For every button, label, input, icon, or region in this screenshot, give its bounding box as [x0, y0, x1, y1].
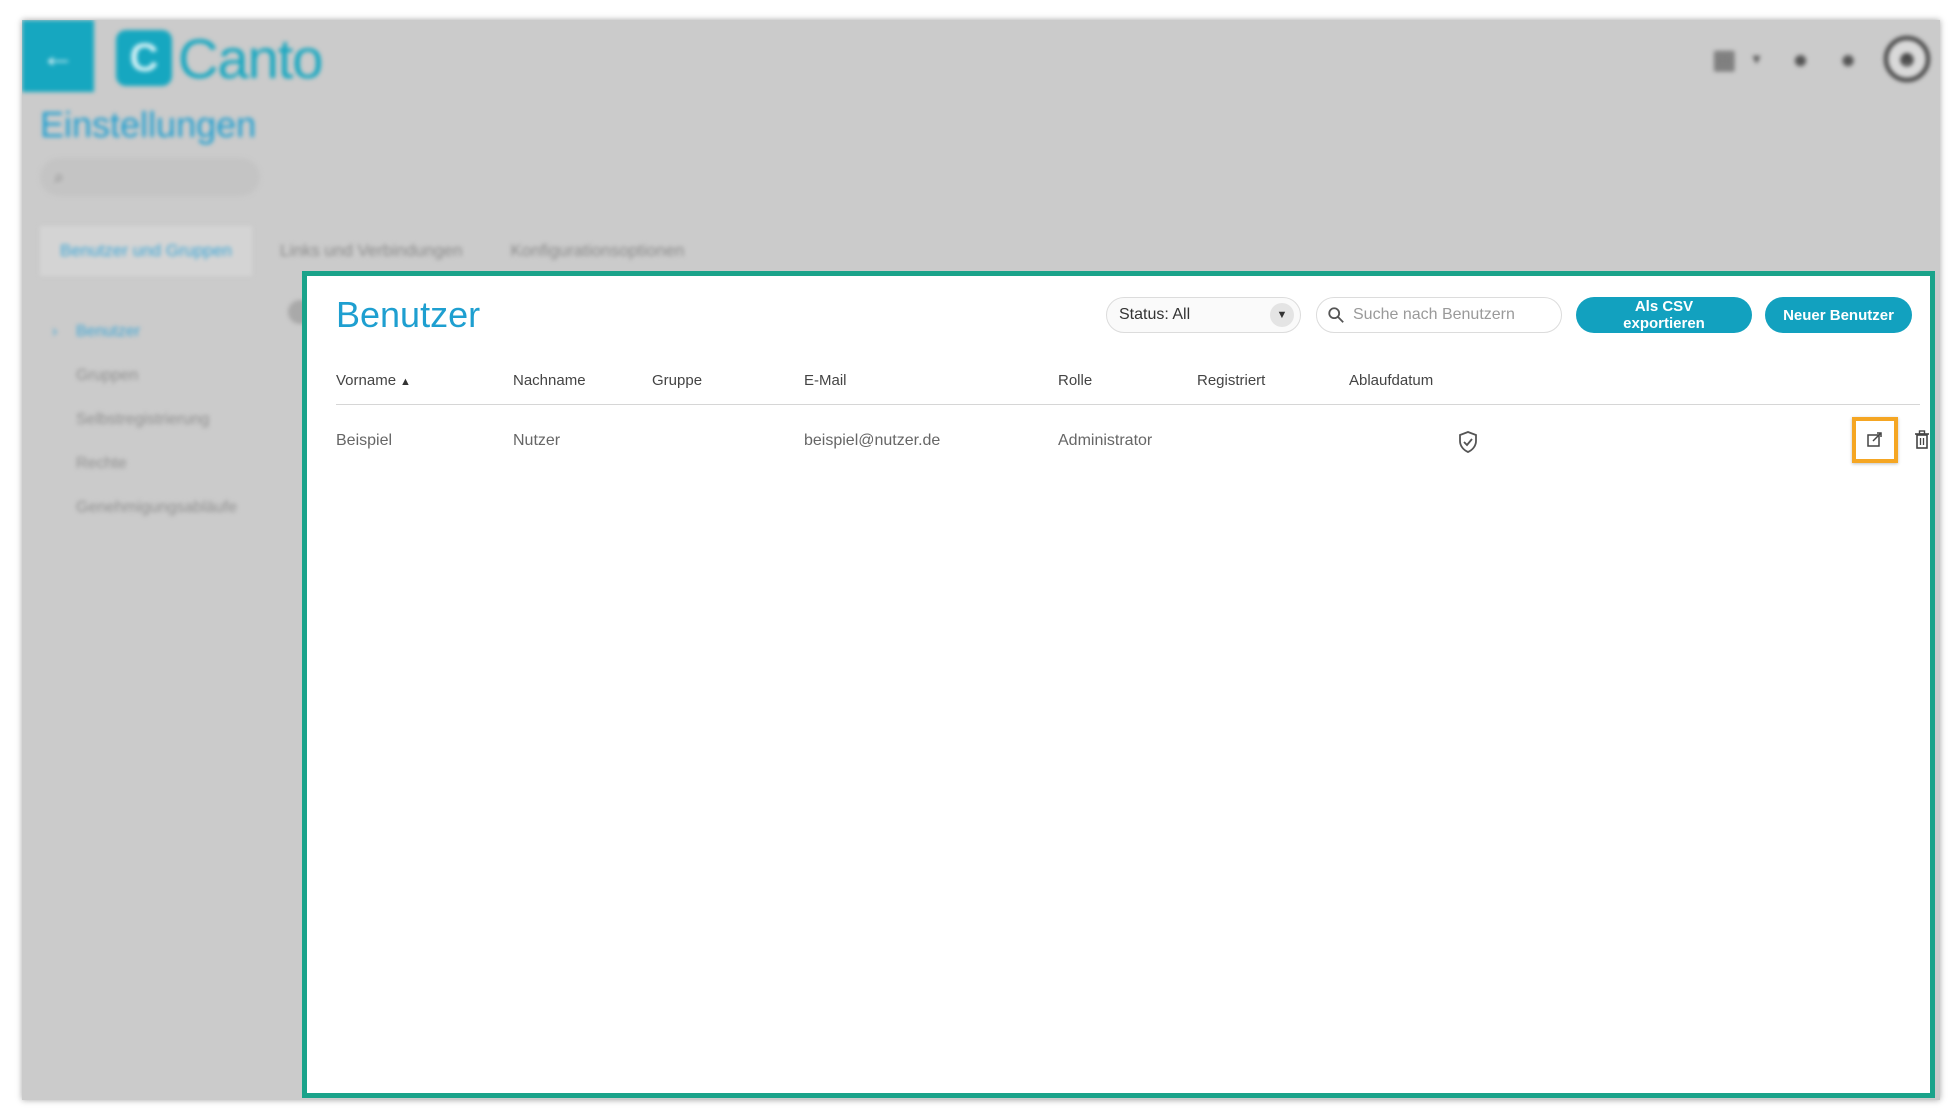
- users-panel: Benutzer Status: All ▼ Als CSV exportier…: [302, 271, 1935, 1098]
- table-header: Vorname ▲ Nachname Gruppe E-Mail Rolle Re…: [336, 358, 1920, 405]
- settings-tabs: Benutzer und Gruppen Links und Verbindun…: [40, 226, 712, 276]
- sidebar-item-label: Rechte: [76, 455, 127, 472]
- bell-icon[interactable]: ●: [1840, 44, 1856, 75]
- sort-ascending-icon[interactable]: ▲: [400, 376, 411, 388]
- sidebar-item-label: Genehmigungsabläufe: [76, 499, 238, 516]
- tab-users-groups[interactable]: Benutzer und Gruppen: [40, 226, 253, 276]
- page-title: Einstellungen: [40, 104, 257, 145]
- back-button[interactable]: ←: [22, 20, 94, 92]
- delete-user-button[interactable]: [1910, 428, 1934, 452]
- avatar[interactable]: ☻: [1884, 36, 1930, 82]
- search-icon: ⌕: [54, 166, 65, 187]
- caret-down-icon[interactable]: ▼: [1270, 303, 1294, 327]
- panel-title: Benutzer: [336, 294, 481, 335]
- edit-user-button[interactable]: [1852, 417, 1898, 463]
- user-icon: ☻: [1895, 46, 1919, 71]
- status-filter-value: Status: All: [1119, 306, 1191, 323]
- column-header-rolle[interactable]: Rolle: [1058, 358, 1092, 404]
- user-search-field[interactable]: [1316, 297, 1562, 333]
- cell-email: beispiel@nutzer.de: [804, 432, 941, 449]
- sidebar-item-approvals[interactable]: Genehmigungsabläufe: [40, 486, 270, 530]
- sidebar-item-rights[interactable]: Rechte: [40, 442, 270, 486]
- cell-nachname: Nutzer: [513, 432, 561, 449]
- arrow-left-icon: ←: [41, 36, 75, 75]
- status-filter-select[interactable]: Status: All ▼: [1106, 297, 1301, 333]
- top-toolbar: ▦ ▾ ● ● ☻: [1696, 34, 1940, 84]
- chevron-right-icon: ›: [52, 323, 58, 340]
- sidebar-item-label: Selbstregistrierung: [76, 411, 210, 428]
- apps-grid-icon[interactable]: ▦: [1712, 44, 1737, 75]
- search-icon: [1328, 307, 1344, 323]
- sidebar-item-users[interactable]: › Benutzer: [40, 310, 270, 354]
- user-search-input[interactable]: [1351, 305, 1555, 325]
- new-user-button[interactable]: Neuer Benutzer: [1765, 297, 1912, 333]
- help-icon[interactable]: ●: [1793, 44, 1809, 75]
- settings-search-input[interactable]: ⌕: [40, 158, 260, 196]
- column-header-ablaufdatum[interactable]: Ablaufdatum: [1349, 358, 1433, 404]
- sidebar-item-label: Gruppen: [76, 367, 139, 384]
- column-label: Vorname: [336, 372, 397, 389]
- chevron-down-icon[interactable]: ▾: [1753, 49, 1761, 69]
- column-header-vorname[interactable]: Vorname ▲: [336, 358, 411, 405]
- sidebar-item-self-registration[interactable]: Selbstregistrierung: [40, 398, 270, 442]
- column-header-registriert[interactable]: Registriert: [1197, 358, 1265, 404]
- column-header-email[interactable]: E-Mail: [804, 358, 847, 404]
- table-row[interactable]: Beispiel Nutzer beispiel@nutzer.de Admin…: [336, 406, 1929, 476]
- edit-icon: [1867, 432, 1882, 447]
- tab-configuration[interactable]: Konfigurationsoptionen: [490, 226, 704, 276]
- canto-logo: C Canto: [116, 26, 323, 90]
- settings-sidebar: › Benutzer Gruppen Selbstregistrierung Re…: [40, 310, 270, 530]
- logo-text: Canto: [178, 26, 323, 90]
- trash-icon: [1915, 430, 1929, 449]
- sidebar-item-groups[interactable]: Gruppen: [40, 354, 270, 398]
- export-csv-button[interactable]: Als CSV exportieren: [1576, 297, 1752, 333]
- sidebar-item-label: Benutzer: [76, 323, 141, 340]
- column-header-gruppe[interactable]: Gruppe: [652, 358, 702, 404]
- cell-vorname: Beispiel: [336, 432, 393, 449]
- tab-links-connections[interactable]: Links und Verbindungen: [260, 226, 482, 276]
- shield-check-icon: [1459, 431, 1477, 453]
- column-header-nachname[interactable]: Nachname: [513, 358, 586, 404]
- cell-rolle: Administrator: [1058, 432, 1153, 449]
- logo-mark: C: [116, 30, 172, 86]
